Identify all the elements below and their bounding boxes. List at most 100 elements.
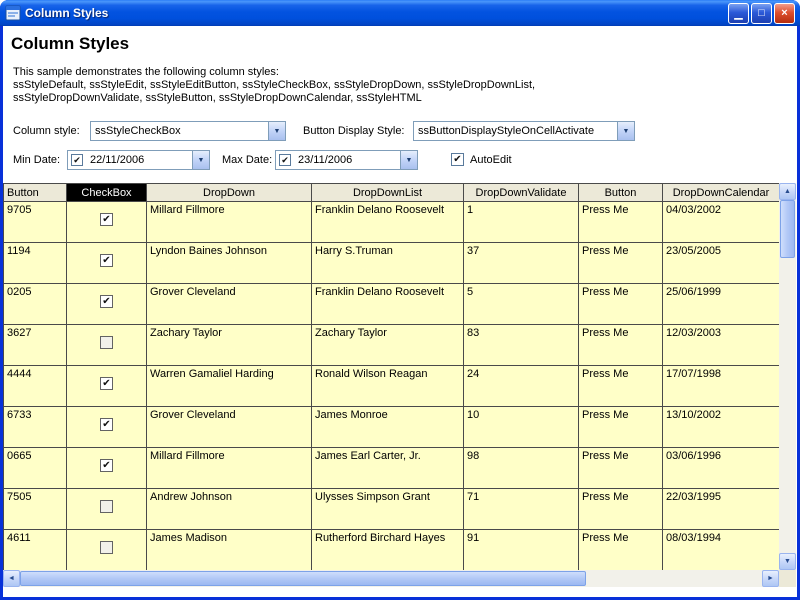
chevron-down-icon[interactable]: ▼ [268,122,285,140]
dropdownvalidate-cell[interactable]: 10 [464,407,579,448]
max-date-picker[interactable]: ✔ 23/11/2006 ▼ [275,150,418,170]
dropdowncalendar-cell[interactable]: 25/06/1999 [663,284,780,325]
horizontal-scroll-thumb[interactable] [20,571,586,586]
checkbox-cell[interactable]: ✔ [67,448,147,489]
dropdownvalidate-cell[interactable]: 91 [464,530,579,571]
column-header-dropdownlist-3[interactable]: DropDownList [312,184,464,202]
dropdownlist-cell[interactable]: Franklin Delano Roosevelt [312,284,464,325]
dropdown-cell[interactable]: James Madison [147,530,312,571]
dropdownlist-cell[interactable]: Franklin Delano Roosevelt [312,202,464,243]
button-press-cell[interactable]: Press Me [579,407,663,448]
dropdown-cell[interactable]: Millard Fillmore [147,202,312,243]
dropdown-cell[interactable]: Lyndon Baines Johnson [147,243,312,284]
dropdownvalidate-cell[interactable]: 83 [464,325,579,366]
dropdownlist-cell[interactable]: Rutherford Birchard Hayes [312,530,464,571]
button-cell[interactable]: 6733 [4,407,67,448]
autoedit-checkbox[interactable]: ✔ [451,153,464,166]
checkbox-cell[interactable] [67,325,147,366]
row-checkbox[interactable]: ✔ [100,213,113,226]
dropdownlist-cell[interactable]: Ronald Wilson Reagan [312,366,464,407]
row-checkbox[interactable]: ✔ [100,418,113,431]
dropdownvalidate-cell[interactable]: 5 [464,284,579,325]
dropdownvalidate-cell[interactable]: 24 [464,366,579,407]
dropdown-cell[interactable]: Andrew Johnson [147,489,312,530]
dropdowncalendar-cell[interactable]: 12/03/2003 [663,325,780,366]
max-date-checkbox[interactable]: ✔ [279,154,291,166]
column-header-button-5[interactable]: Button [579,184,663,202]
horizontal-scrollbar[interactable]: ◄ ► [3,570,779,587]
checkbox-cell[interactable]: ✔ [67,284,147,325]
dropdowncalendar-cell[interactable]: 13/10/2002 [663,407,780,448]
vertical-scrollbar[interactable]: ▲ ▼ [779,183,796,570]
dropdownlist-cell[interactable]: Zachary Taylor [312,325,464,366]
min-date-picker[interactable]: ✔ 22/11/2006 ▼ [67,150,210,170]
maximize-button[interactable]: □ [751,3,772,24]
column-header-checkbox-1[interactable]: CheckBox [67,184,147,202]
column-header-dropdownvalidate-4[interactable]: DropDownValidate [464,184,579,202]
button-cell[interactable]: 9705 [4,202,67,243]
button-press-cell[interactable]: Press Me [579,489,663,530]
button-cell[interactable]: 3627 [4,325,67,366]
dropdowncalendar-cell[interactable]: 17/07/1998 [663,366,780,407]
dropdowncalendar-cell[interactable]: 04/03/2002 [663,202,780,243]
scroll-right-button[interactable]: ► [762,570,779,587]
chevron-down-icon[interactable]: ▼ [400,151,417,169]
scroll-down-button[interactable]: ▼ [779,553,796,570]
dropdown-cell[interactable]: Warren Gamaliel Harding [147,366,312,407]
button-cell[interactable]: 4444 [4,366,67,407]
button-press-cell[interactable]: Press Me [579,366,663,407]
dropdownvalidate-cell[interactable]: 37 [464,243,579,284]
dropdown-cell[interactable]: Grover Cleveland [147,284,312,325]
button-press-cell[interactable]: Press Me [579,325,663,366]
checkbox-cell[interactable]: ✔ [67,366,147,407]
row-checkbox[interactable]: ✔ [100,295,113,308]
dropdownvalidate-cell[interactable]: 98 [464,448,579,489]
row-checkbox[interactable] [100,336,113,349]
column-header-dropdown-2[interactable]: DropDown [147,184,312,202]
dropdowncalendar-cell[interactable]: 23/05/2005 [663,243,780,284]
dropdownvalidate-cell[interactable]: 71 [464,489,579,530]
dropdowncalendar-cell[interactable]: 03/06/1996 [663,448,780,489]
column-style-dropdown[interactable]: ssStyleCheckBox ▼ [90,121,286,141]
chevron-down-icon[interactable]: ▼ [617,122,634,140]
scroll-up-button[interactable]: ▲ [779,183,796,200]
min-date-checkbox[interactable]: ✔ [71,154,83,166]
button-display-style-dropdown[interactable]: ssButtonDisplayStyleOnCellActivate ▼ [413,121,635,141]
minimize-button[interactable]: ▁ [728,3,749,24]
row-checkbox[interactable]: ✔ [100,254,113,267]
scroll-left-button[interactable]: ◄ [3,570,20,587]
dropdownlist-cell[interactable]: Harry S.Truman [312,243,464,284]
button-cell[interactable]: 4611 [4,530,67,571]
dropdownlist-cell[interactable]: Ulysses Simpson Grant [312,489,464,530]
dropdowncalendar-cell[interactable]: 08/03/1994 [663,530,780,571]
dropdownlist-cell[interactable]: James Monroe [312,407,464,448]
button-press-cell[interactable]: Press Me [579,530,663,571]
checkbox-cell[interactable] [67,530,147,571]
dropdown-cell[interactable]: Grover Cleveland [147,407,312,448]
row-checkbox[interactable]: ✔ [100,377,113,390]
chevron-down-icon[interactable]: ▼ [192,151,209,169]
button-press-cell[interactable]: Press Me [579,243,663,284]
button-cell[interactable]: 0665 [4,448,67,489]
row-checkbox[interactable]: ✔ [100,459,113,472]
button-press-cell[interactable]: Press Me [579,448,663,489]
checkbox-cell[interactable]: ✔ [67,202,147,243]
button-press-cell[interactable]: Press Me [579,284,663,325]
dropdowncalendar-cell[interactable]: 22/03/1995 [663,489,780,530]
button-press-cell[interactable]: Press Me [579,202,663,243]
dropdownvalidate-cell[interactable]: 1 [464,202,579,243]
checkbox-cell[interactable]: ✔ [67,407,147,448]
column-header-button-0[interactable]: Button [4,184,67,202]
dropdown-cell[interactable]: Zachary Taylor [147,325,312,366]
button-cell[interactable]: 0205 [4,284,67,325]
checkbox-cell[interactable] [67,489,147,530]
vertical-scroll-thumb[interactable] [780,200,795,258]
dropdown-cell[interactable]: Millard Fillmore [147,448,312,489]
row-checkbox[interactable] [100,541,113,554]
row-checkbox[interactable] [100,500,113,513]
checkbox-cell[interactable]: ✔ [67,243,147,284]
dropdownlist-cell[interactable]: James Earl Carter, Jr. [312,448,464,489]
column-header-dropdowncalendar-6[interactable]: DropDownCalendar [663,184,780,202]
button-cell[interactable]: 7505 [4,489,67,530]
close-button[interactable]: × [774,3,795,24]
